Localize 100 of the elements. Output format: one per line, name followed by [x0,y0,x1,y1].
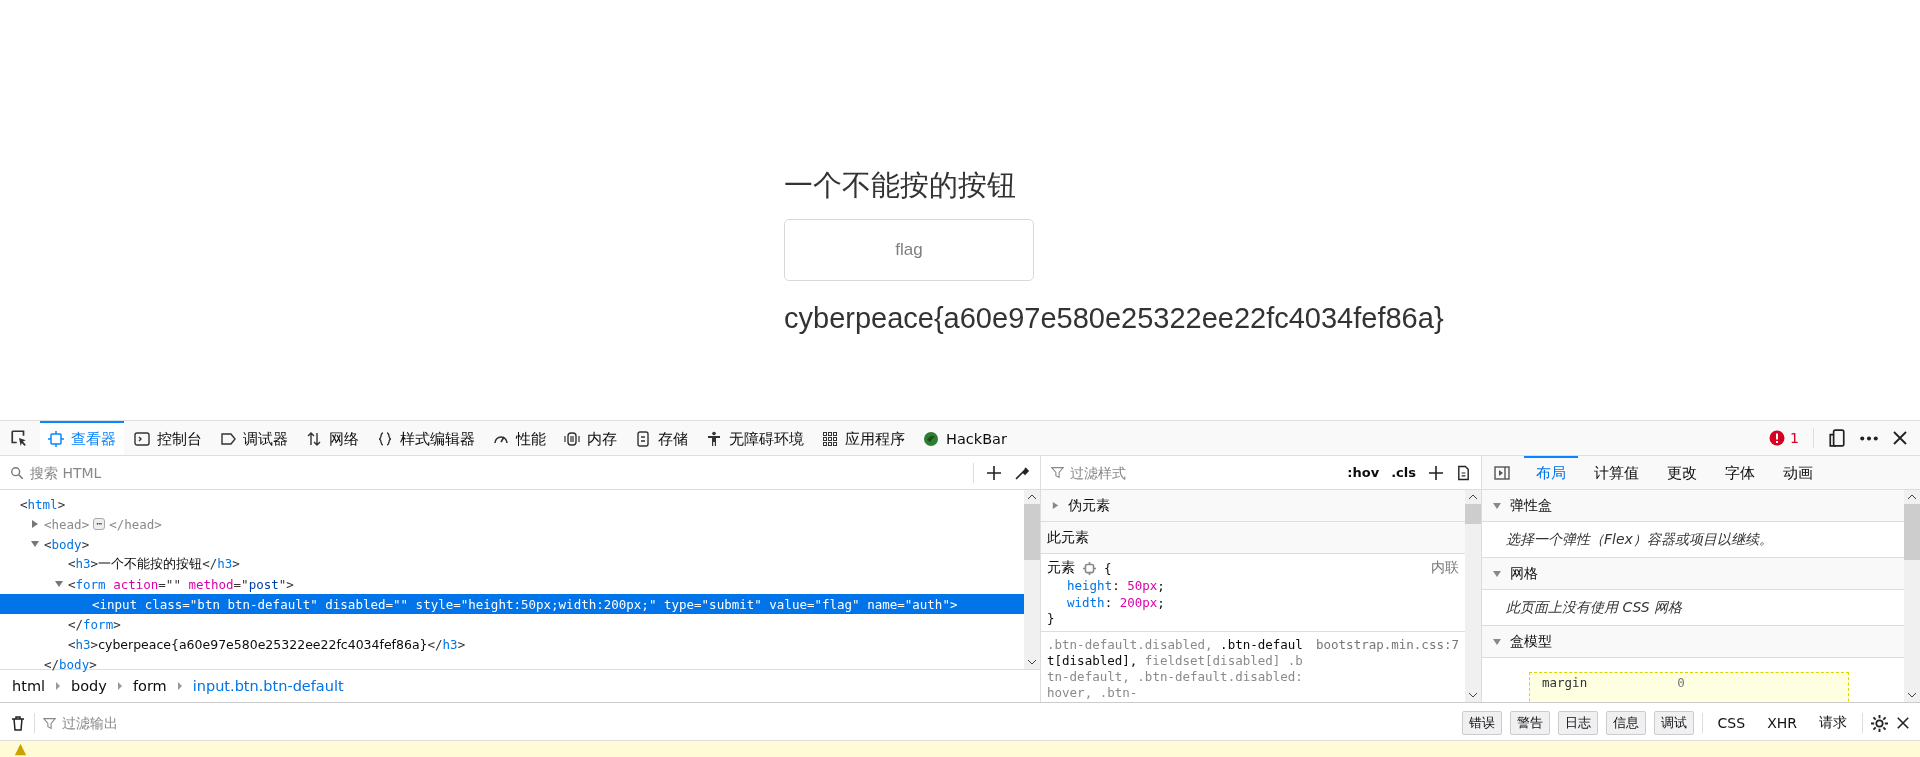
filter-icon [43,716,56,730]
chip-icon [564,431,580,447]
debugger-tab[interactable]: 调试器 [212,421,296,455]
log-filter-button[interactable]: 信息 [1605,711,1646,735]
trash-icon[interactable] [10,715,26,731]
log-filter-button[interactable]: 警告 [1509,711,1550,735]
inspector-icon [48,431,64,447]
hover-state-toggle[interactable]: :hov [1347,465,1380,480]
scroll-down-icon[interactable] [1468,692,1478,698]
sidebar-tab[interactable]: 计算值 [1582,456,1651,489]
hackbar-tab[interactable]: HackBar [915,421,1015,455]
console-tab[interactable]: 控制台 [126,421,210,455]
scrollbar[interactable] [1024,490,1040,669]
markup-text[interactable]: <h3>一个不能按的按钮</h3> [68,555,240,573]
add-node-icon[interactable] [986,464,1002,481]
performance-tab[interactable]: 性能 [485,421,554,455]
margin-label: margin [1542,675,1588,692]
section-header[interactable]: 网格 [1482,558,1904,590]
breadcrumb-item[interactable]: body [71,678,107,694]
scroll-down-icon[interactable] [1027,659,1037,665]
storage-icon [635,431,651,447]
class-toggle[interactable]: .cls [1391,465,1416,480]
scrollbar[interactable] [1904,490,1920,702]
breadcrumb-item[interactable]: input.btn.btn-default [192,678,344,694]
markup-text[interactable]: <head> [44,516,90,532]
sidebar-tab[interactable]: 动画 [1771,456,1825,489]
expanded-arrow-icon[interactable] [1492,636,1502,647]
scroll-down-icon[interactable] [1907,692,1917,698]
collapsed-arrow-icon[interactable] [30,519,40,529]
section-header[interactable]: 盒模型 [1482,626,1904,658]
expanded-arrow-icon[interactable] [30,539,40,549]
settings-icon[interactable] [1871,714,1888,732]
add-rule-icon[interactable] [1428,464,1444,481]
person-icon [706,431,722,447]
markup-text[interactable]: </head> [109,516,162,532]
document-icon[interactable] [1456,464,1471,481]
sidebar-tab[interactable]: 字体 [1713,456,1767,489]
close-icon[interactable] [1896,716,1910,730]
search-icon [10,465,24,480]
accessibility-tab[interactable]: 无障碍环境 [698,421,812,455]
expanded-arrow-icon[interactable] [54,579,64,589]
section-title: 伪元素 [1068,496,1110,515]
application-tab[interactable]: 应用程序 [814,421,913,455]
css-declaration[interactable]: height: 50px; [1047,577,1459,594]
sidebar-toggle-icon[interactable] [1494,464,1510,481]
crosshair-icon[interactable] [1083,561,1096,575]
close-icon[interactable] [1892,430,1908,446]
responsive-design-icon[interactable] [1828,429,1846,447]
globe-icon [923,431,939,447]
network-tab[interactable]: 网络 [298,421,367,455]
css-declaration[interactable]: width: 200px; [1047,594,1459,611]
page-heading: 一个不能按的按钮 [784,170,1016,202]
chevron-icon [116,681,123,691]
log-filter-button[interactable]: 请求 [1812,711,1854,735]
style-editor-tab[interactable]: 样式编辑器 [369,421,483,455]
scrollbar-thumb[interactable] [1465,504,1481,524]
markup-text[interactable]: <html> [20,496,66,512]
scrollbar-thumb[interactable] [1024,504,1040,560]
more-icon[interactable] [1860,435,1878,441]
chevron-icon [55,681,62,691]
chevron-icon [176,681,183,691]
console-icon [134,431,150,447]
filter-styles-field[interactable]: 过滤样式 [1068,463,1336,482]
search-field[interactable]: 搜索 HTML [28,463,961,482]
scroll-up-icon[interactable] [1027,494,1037,500]
scrollbar-thumb[interactable] [1904,504,1920,560]
pseudo-elements-header[interactable]: 伪元素 [1041,490,1465,522]
log-filter-button[interactable]: 日志 [1557,711,1598,735]
markup-text[interactable]: <body> [44,536,90,552]
margin-value[interactable]: 0 [1677,675,1685,702]
section-title: 盒模型 [1510,632,1552,651]
log-filter-button[interactable]: XHR [1760,712,1804,734]
rule-source-link[interactable]: bootstrap.min.css:7 [1316,637,1459,652]
storage-tab[interactable]: 存储 [627,421,696,455]
collapsed-arrow-icon[interactable] [1051,501,1060,510]
markup-text[interactable]: <form action="" method="post"> [68,576,294,592]
scrollbar[interactable] [1465,490,1481,702]
markup-text[interactable]: </body> [44,656,97,672]
element-picker-icon[interactable] [10,429,28,447]
breadcrumb-item[interactable]: html [12,678,46,694]
scroll-up-icon[interactable] [1468,494,1478,500]
breadcrumb-item[interactable]: form [132,678,167,694]
markup-text[interactable]: <h3>cyberpeace{a60e97e580e25322ee22fc4034fef86a}</h3> [68,636,466,652]
inspector-tab[interactable]: 查看器 [40,421,124,455]
memory-tab[interactable]: 内存 [556,421,625,455]
sidebar-tab[interactable]: 更改 [1655,456,1709,489]
log-filter-button[interactable]: 错误 [1461,711,1502,735]
eyedropper-icon[interactable] [1014,464,1030,481]
filter-output-field[interactable]: 过滤输出 [60,714,1454,732]
arrows-icon [306,431,322,447]
log-filter-button[interactable]: 调试 [1653,711,1694,735]
expanded-arrow-icon[interactable] [1492,568,1502,579]
log-filter-button[interactable]: CSS [1710,712,1753,734]
rule-selector: .btn-default.disabled, .btn-default[disabled], fieldset[disabled] .btn-default, .btn-default.disabled:hover, .btn- [1047,637,1304,701]
markup-text[interactable]: </form> [68,616,121,632]
braces-icon [377,431,393,447]
section-header[interactable]: 弹性盒 [1482,490,1904,522]
scroll-up-icon[interactable] [1907,494,1917,500]
ellipsis-badge[interactable]: ⋯ [93,518,106,530]
expanded-arrow-icon[interactable] [1492,500,1502,511]
